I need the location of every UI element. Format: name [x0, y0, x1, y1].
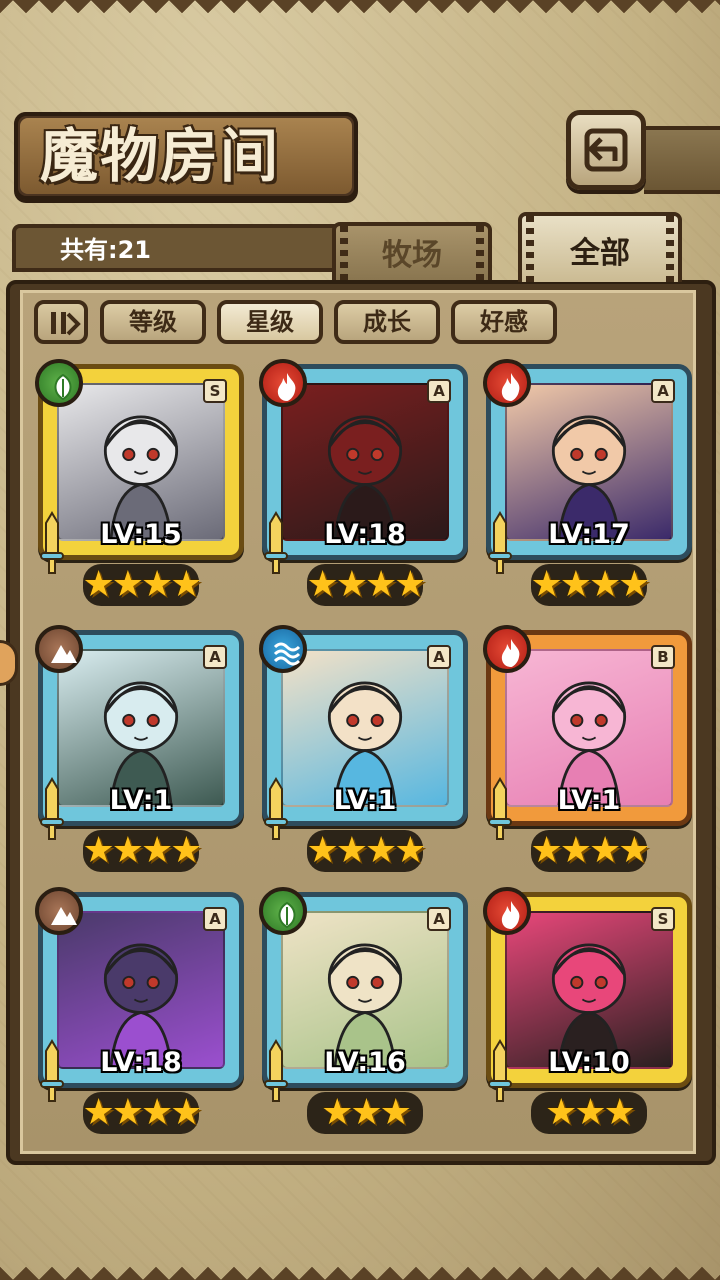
tab-ranch-label: 牧场 — [382, 238, 442, 273]
monster-figure-icon — [103, 415, 179, 539]
fire-icon — [483, 359, 531, 407]
monster-level: LV:18 — [324, 519, 406, 550]
monster-figure-icon — [327, 681, 403, 805]
monster-figure-icon — [327, 415, 403, 539]
monster-card[interactable]: A LV:18 ★★★★ — [259, 359, 468, 606]
star-rating: ★★★ — [545, 1092, 636, 1133]
star-rating: ★★★★ — [82, 830, 202, 871]
fire-icon — [483, 887, 531, 935]
tab-all-label: 全部 — [570, 236, 630, 271]
monster-portrait — [505, 649, 673, 807]
monster-figure-icon — [103, 943, 179, 1067]
earth-icon — [35, 625, 83, 673]
monster-portrait — [57, 911, 225, 1069]
rank-badge: A — [427, 907, 451, 931]
rank-badge: B — [651, 645, 675, 669]
monster-portrait — [281, 911, 449, 1069]
monster-card[interactable]: S LV:15 ★★★★ — [35, 359, 244, 606]
filter-star-button[interactable]: 星级 — [217, 300, 323, 344]
fire-icon — [259, 359, 307, 407]
monster-level: LV:1 — [109, 785, 173, 816]
monster-level: LV:1 — [333, 785, 397, 816]
star-rating: ★★★★ — [82, 1092, 202, 1133]
monster-figure-icon — [327, 943, 403, 1067]
rank-badge: A — [203, 645, 227, 669]
back-arrow-icon — [584, 128, 628, 172]
fire-icon — [483, 625, 531, 673]
rank-badge: A — [427, 379, 451, 403]
monster-level: LV:15 — [100, 519, 182, 550]
rank-badge: A — [651, 379, 675, 403]
sort-order-toggle[interactable] — [34, 300, 88, 344]
back-rail — [644, 126, 720, 194]
monster-portrait — [57, 649, 225, 807]
monster-portrait — [281, 649, 449, 807]
monster-portrait — [57, 383, 225, 541]
star-rating: ★★★★ — [530, 564, 650, 605]
monster-card[interactable]: A LV:17 ★★★★ — [483, 359, 692, 606]
filter-affection-button[interactable]: 好感 — [451, 300, 557, 344]
rank-badge: A — [203, 907, 227, 931]
monster-card[interactable]: A LV:18 ★★★★ — [35, 887, 244, 1134]
star-rating: ★★★★ — [82, 564, 202, 605]
monster-level: LV:1 — [557, 785, 621, 816]
top-border — [0, 0, 720, 26]
monster-figure-icon — [551, 943, 627, 1067]
tab-all[interactable]: 全部 — [518, 212, 682, 282]
back-button[interactable] — [566, 110, 646, 190]
monster-portrait — [505, 383, 673, 541]
monster-level: LV:17 — [548, 519, 630, 550]
page-title: 魔物房间 — [40, 122, 281, 190]
monster-count: 共有:21 — [60, 236, 151, 264]
monster-figure-icon — [103, 681, 179, 805]
tab-ranch[interactable]: 牧场 — [332, 222, 492, 280]
water-icon — [259, 625, 307, 673]
wood-icon — [35, 359, 83, 407]
monster-card[interactable]: A LV:1 ★★★★ — [259, 625, 468, 872]
rank-badge: S — [651, 907, 675, 931]
monster-figure-icon — [551, 415, 627, 539]
monster-card[interactable]: B LV:1 ★★★★ — [483, 625, 692, 872]
earth-icon — [35, 887, 83, 935]
sort-arrow-icon — [66, 312, 81, 336]
rank-badge: A — [427, 645, 451, 669]
filter-level-button[interactable]: 等级 — [100, 300, 206, 344]
monster-card[interactable]: A LV:16 ★★★ — [259, 887, 468, 1134]
wood-icon — [259, 887, 307, 935]
star-rating: ★★★★ — [306, 564, 426, 605]
rank-badge: S — [203, 379, 227, 403]
star-rating: ★★★★ — [306, 830, 426, 871]
star-rating: ★★★ — [321, 1092, 412, 1133]
monster-level: LV:18 — [100, 1047, 182, 1078]
monster-figure-icon — [551, 681, 627, 805]
monster-portrait — [281, 383, 449, 541]
filter-growth-button[interactable]: 成长 — [334, 300, 440, 344]
monster-level: LV:10 — [548, 1047, 630, 1078]
monster-card[interactable]: A LV:1 ★★★★ — [35, 625, 244, 872]
monster-card[interactable]: S LV:10 ★★★ — [483, 887, 692, 1134]
monster-level: LV:16 — [324, 1047, 406, 1078]
star-rating: ★★★★ — [530, 830, 650, 871]
monster-portrait — [505, 911, 673, 1069]
bottom-border — [0, 1254, 720, 1280]
